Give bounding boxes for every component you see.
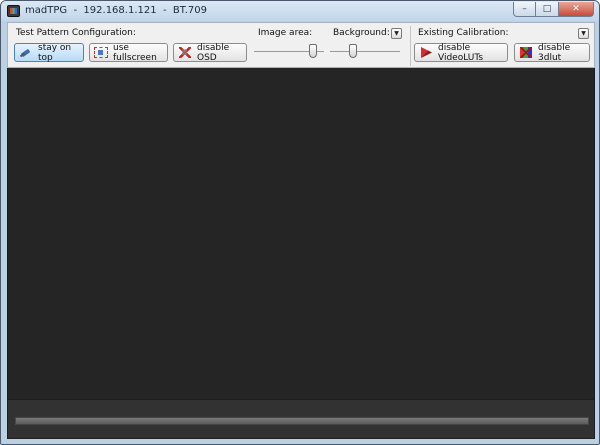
progress-bar — [15, 417, 589, 425]
title-bar[interactable]: madTPG - 192.168.1.121 - BT.709 – □ ✕ — [1, 1, 599, 21]
madtpg-window: madTPG - 192.168.1.121 - BT.709 – □ ✕ Te… — [0, 0, 600, 445]
toolbar: Test Pattern Configuration: stay on top … — [7, 22, 595, 68]
existing-calibration-label: Existing Calibration: — [418, 28, 509, 38]
pin-icon — [19, 46, 33, 59]
disable-osd-label: disable OSD — [197, 42, 230, 63]
status-footer — [7, 399, 595, 439]
disable-osd-button[interactable]: disable OSD — [173, 42, 247, 63]
image-area-slider-thumb[interactable] — [309, 44, 317, 58]
disable-3dlut-button[interactable]: disable 3dlut — [514, 42, 590, 63]
osd-disabled-icon — [178, 46, 192, 59]
use-fullscreen-button[interactable]: use fullscreen — [89, 42, 168, 63]
disable-3dlut-label: disable 3dlut — [538, 42, 571, 63]
window-title: madTPG - 192.168.1.121 - BT.709 — [25, 5, 207, 16]
stay-on-top-label: stay on top — [38, 42, 72, 63]
background-slider-thumb[interactable] — [349, 44, 357, 58]
existing-calibration-dropdown-arrow[interactable]: ▼ — [578, 28, 589, 39]
test-pattern-viewport[interactable] — [7, 68, 595, 399]
background-slider-track[interactable] — [330, 51, 400, 52]
background-label: Background: — [333, 28, 390, 38]
disable-videoluts-label: disable VideoLUTs — [438, 42, 484, 63]
toolbar-separator — [410, 26, 411, 66]
maximize-button[interactable]: □ — [536, 2, 559, 17]
close-button[interactable]: ✕ — [559, 2, 594, 17]
stay-on-top-button[interactable]: stay on top — [14, 42, 84, 63]
fullscreen-icon — [94, 47, 108, 58]
madtpg-app-icon[interactable] — [7, 5, 20, 17]
disable-videoluts-button[interactable]: disable VideoLUTs — [414, 42, 508, 63]
use-fullscreen-label: use fullscreen — [113, 42, 157, 63]
image-area-label: Image area: — [258, 28, 313, 38]
3dlut-icon — [519, 46, 533, 59]
videolut-icon — [419, 46, 433, 59]
background-dropdown-arrow[interactable]: ▼ — [391, 28, 402, 39]
test-pattern-config-label: Test Pattern Configuration: — [16, 28, 136, 38]
minimize-button[interactable]: – — [513, 2, 536, 17]
